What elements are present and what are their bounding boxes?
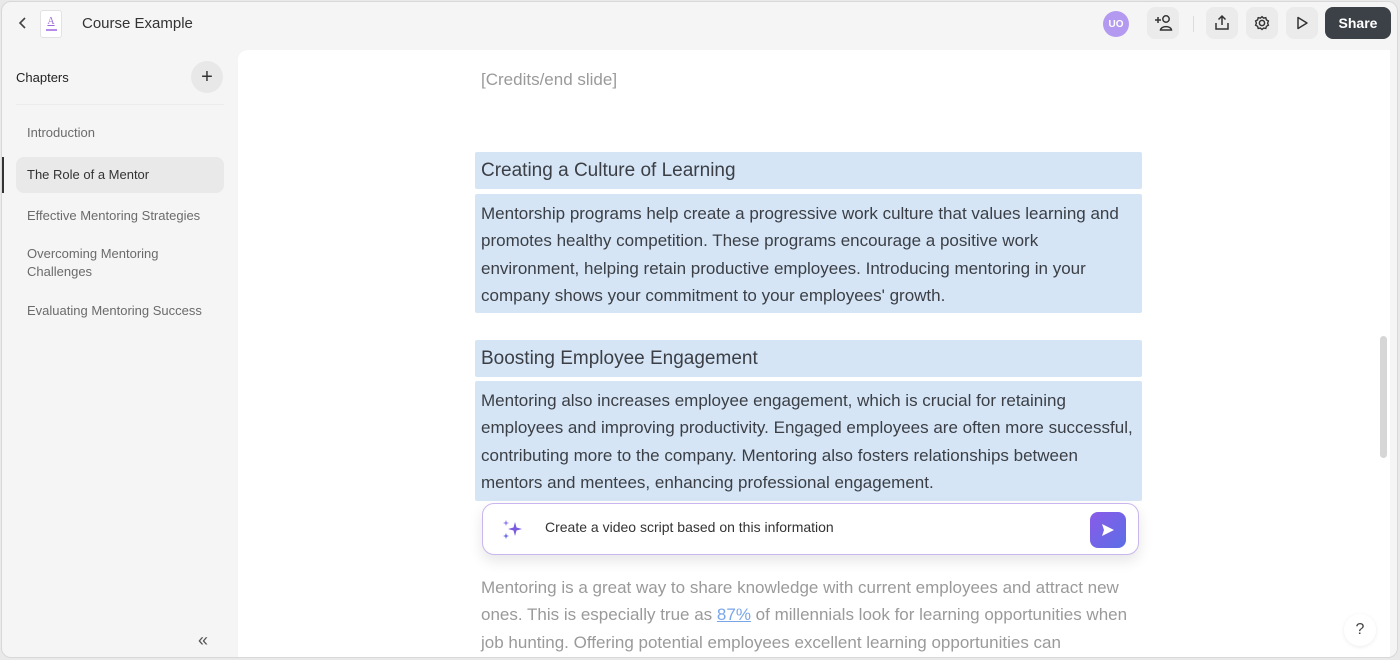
chapters-sidebar: Chapters + Introduction The Role of a Me… bbox=[2, 46, 238, 657]
vertical-scrollbar[interactable] bbox=[1380, 336, 1387, 458]
back-button[interactable] bbox=[14, 13, 32, 33]
active-chapter-marker bbox=[2, 157, 4, 193]
top-bar: A Course Example UO Share bbox=[2, 2, 1397, 46]
credits-placeholder[interactable]: [Credits/end slide] bbox=[481, 70, 617, 90]
document-icon: A bbox=[40, 10, 62, 38]
editor-canvas[interactable]: [Credits/end slide] Creating a Culture o… bbox=[238, 50, 1390, 657]
upload-icon bbox=[1215, 14, 1229, 30]
settings-button[interactable] bbox=[1246, 7, 1278, 39]
following-paragraph[interactable]: Mentoring is a great way to share knowle… bbox=[481, 574, 1151, 656]
toolbar-divider bbox=[1193, 16, 1194, 32]
preview-button[interactable] bbox=[1286, 7, 1318, 39]
avatar[interactable]: UO bbox=[1103, 11, 1129, 37]
chapter-item-effective-strategies[interactable]: Effective Mentoring Strategies bbox=[16, 204, 224, 228]
chapters-heading: Chapters bbox=[16, 70, 69, 85]
sidebar-divider bbox=[16, 104, 224, 105]
chapter-item-overcoming-challenges[interactable]: Overcoming Mentoring Challenges bbox=[16, 244, 224, 282]
section-heading[interactable]: Creating a Culture of Learning bbox=[475, 152, 1142, 189]
collapse-sidebar-button[interactable]: « bbox=[198, 630, 208, 651]
export-button[interactable] bbox=[1206, 7, 1238, 39]
send-icon bbox=[1102, 524, 1114, 536]
ai-prompt-bar bbox=[482, 503, 1139, 555]
chapter-item-evaluating-success[interactable]: Evaluating Mentoring Success bbox=[16, 299, 224, 323]
share-button[interactable]: Share bbox=[1325, 7, 1391, 39]
help-button[interactable]: ? bbox=[1344, 614, 1376, 646]
statistic-link[interactable]: 87% bbox=[717, 605, 751, 624]
sparkle-icon bbox=[503, 520, 522, 539]
gear-icon bbox=[1254, 15, 1270, 31]
add-collaborator-button[interactable] bbox=[1147, 7, 1179, 39]
chapter-item-introduction[interactable]: Introduction bbox=[16, 124, 224, 142]
chapter-item-role-of-a-mentor[interactable]: The Role of a Mentor bbox=[16, 157, 224, 193]
document-title: Course Example bbox=[82, 15, 193, 32]
add-chapter-button[interactable]: + bbox=[191, 61, 223, 93]
ai-prompt-input[interactable] bbox=[545, 519, 1085, 535]
section-body[interactable]: Mentorship programs help create a progre… bbox=[475, 194, 1142, 313]
app-window: A Course Example UO Share Chapters + Int… bbox=[1, 1, 1398, 658]
chevron-left-icon bbox=[18, 17, 26, 29]
send-prompt-button[interactable] bbox=[1090, 512, 1126, 548]
play-icon bbox=[1297, 16, 1308, 30]
section-body[interactable]: Mentoring also increases employee engage… bbox=[475, 381, 1142, 501]
double-chevron-left-icon: « bbox=[198, 630, 209, 650]
add-user-icon bbox=[1155, 15, 1173, 31]
section-heading[interactable]: Boosting Employee Engagement bbox=[475, 340, 1142, 377]
